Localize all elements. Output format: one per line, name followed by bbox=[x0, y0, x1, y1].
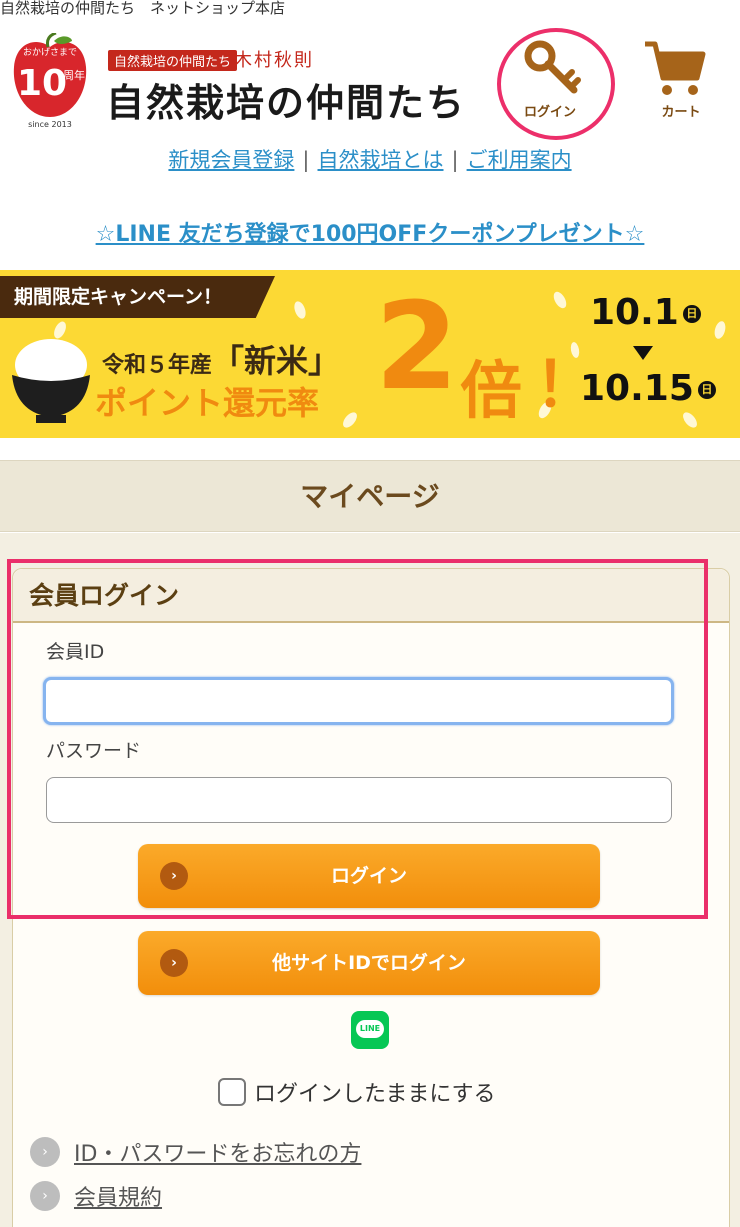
anniversary-logo: おかげさまで 10 周年 since 2013 bbox=[13, 33, 87, 129]
line-coupon-link[interactable]: ☆LINE 友だち登録で100円OFFクーポンプレゼント☆ bbox=[0, 216, 740, 248]
campaign-banner[interactable]: 期間限定キャンペーン！ 令和５年産「新米」 ポイント還元率 2 倍 ！ 10.1… bbox=[0, 270, 740, 438]
nav-separator: | bbox=[302, 148, 310, 172]
chevron-right-icon: › bbox=[160, 949, 188, 977]
member-terms-link[interactable]: › 会員規約 bbox=[30, 1180, 162, 1212]
page-title: マイページ bbox=[0, 460, 740, 532]
banner-day-mark: 日 bbox=[697, 381, 716, 399]
header-cart-label[interactable]: カート bbox=[651, 101, 711, 120]
banner-multiplier-suffix: 倍 bbox=[460, 354, 523, 427]
keep-logged-in-label: ログインしたままにする bbox=[254, 1082, 496, 1107]
forgot-credentials-text[interactable]: ID・パスワードをお忘れの方 bbox=[74, 1142, 361, 1167]
anniversary-top-text: おかげさまで bbox=[23, 47, 77, 58]
other-site-login-button[interactable]: › 他サイトIDでログイン bbox=[138, 931, 600, 995]
banner-day-mark: 日 bbox=[682, 305, 701, 323]
line-login-icon[interactable]: LINE bbox=[351, 1011, 389, 1049]
banner-date-end: 10.15 日 bbox=[580, 368, 716, 409]
login-form-highlight bbox=[7, 559, 708, 919]
nav-guide-link[interactable]: ご利用案内 bbox=[467, 148, 572, 172]
campaign-badge: 期間限定キャンペーン！ bbox=[0, 276, 275, 318]
banner-line2: ポイント還元率 bbox=[95, 384, 320, 422]
site-title: 自然栽培の仲間たち ネットショップ本店 bbox=[0, 0, 286, 17]
brand-main-text: 自然栽培の仲間たち bbox=[106, 80, 467, 125]
banner-arrow-icon bbox=[633, 346, 653, 360]
other-site-login-label: 他サイトIDでログイン bbox=[272, 952, 466, 974]
banner-new-rice: 「新米」 bbox=[212, 342, 341, 380]
banner-multiplier: 2 bbox=[375, 278, 459, 417]
anniversary-since: since 2013 bbox=[28, 120, 72, 129]
cart-icon[interactable] bbox=[643, 40, 707, 100]
key-icon[interactable] bbox=[522, 40, 584, 98]
header-nav: 新規会員登録 | 自然栽培とは | ご利用案内 bbox=[0, 144, 740, 174]
banner-line1: 令和５年産「新米」 bbox=[102, 336, 340, 382]
banner-date-start: 10.1 日 bbox=[590, 292, 701, 333]
checkbox-icon[interactable] bbox=[218, 1078, 246, 1106]
chevron-right-icon: › bbox=[30, 1181, 60, 1211]
line-icon-text: LINE bbox=[356, 1020, 384, 1038]
brand-sub-badge: 自然栽培の仲間たち bbox=[108, 50, 238, 71]
banner-year: 令和５年産 bbox=[102, 353, 213, 378]
keep-logged-in-checkbox[interactable]: ログインしたままにする bbox=[218, 1076, 496, 1108]
nav-about-link[interactable]: 自然栽培とは bbox=[318, 148, 444, 172]
anniversary-number: 10 bbox=[17, 63, 67, 104]
brand-sub-text: 木村秋則 bbox=[234, 50, 314, 71]
anniversary-suffix: 周年 bbox=[63, 68, 85, 82]
banner-date-start-text: 10.1 bbox=[590, 292, 679, 333]
banner-date-end-text: 10.15 bbox=[580, 368, 694, 409]
brand-logo[interactable]: 自然栽培の仲間たち 木村秋則 自然栽培の仲間たち bbox=[100, 40, 480, 125]
header-login-label[interactable]: ログイン bbox=[515, 101, 585, 120]
nav-separator: | bbox=[451, 148, 459, 172]
forgot-credentials-link[interactable]: › ID・パスワードをお忘れの方 bbox=[30, 1136, 361, 1168]
nav-register-link[interactable]: 新規会員登録 bbox=[168, 148, 294, 172]
rice-bowl-icon bbox=[12, 339, 90, 423]
member-terms-text[interactable]: 会員規約 bbox=[74, 1186, 162, 1211]
chevron-right-icon: › bbox=[30, 1137, 60, 1167]
